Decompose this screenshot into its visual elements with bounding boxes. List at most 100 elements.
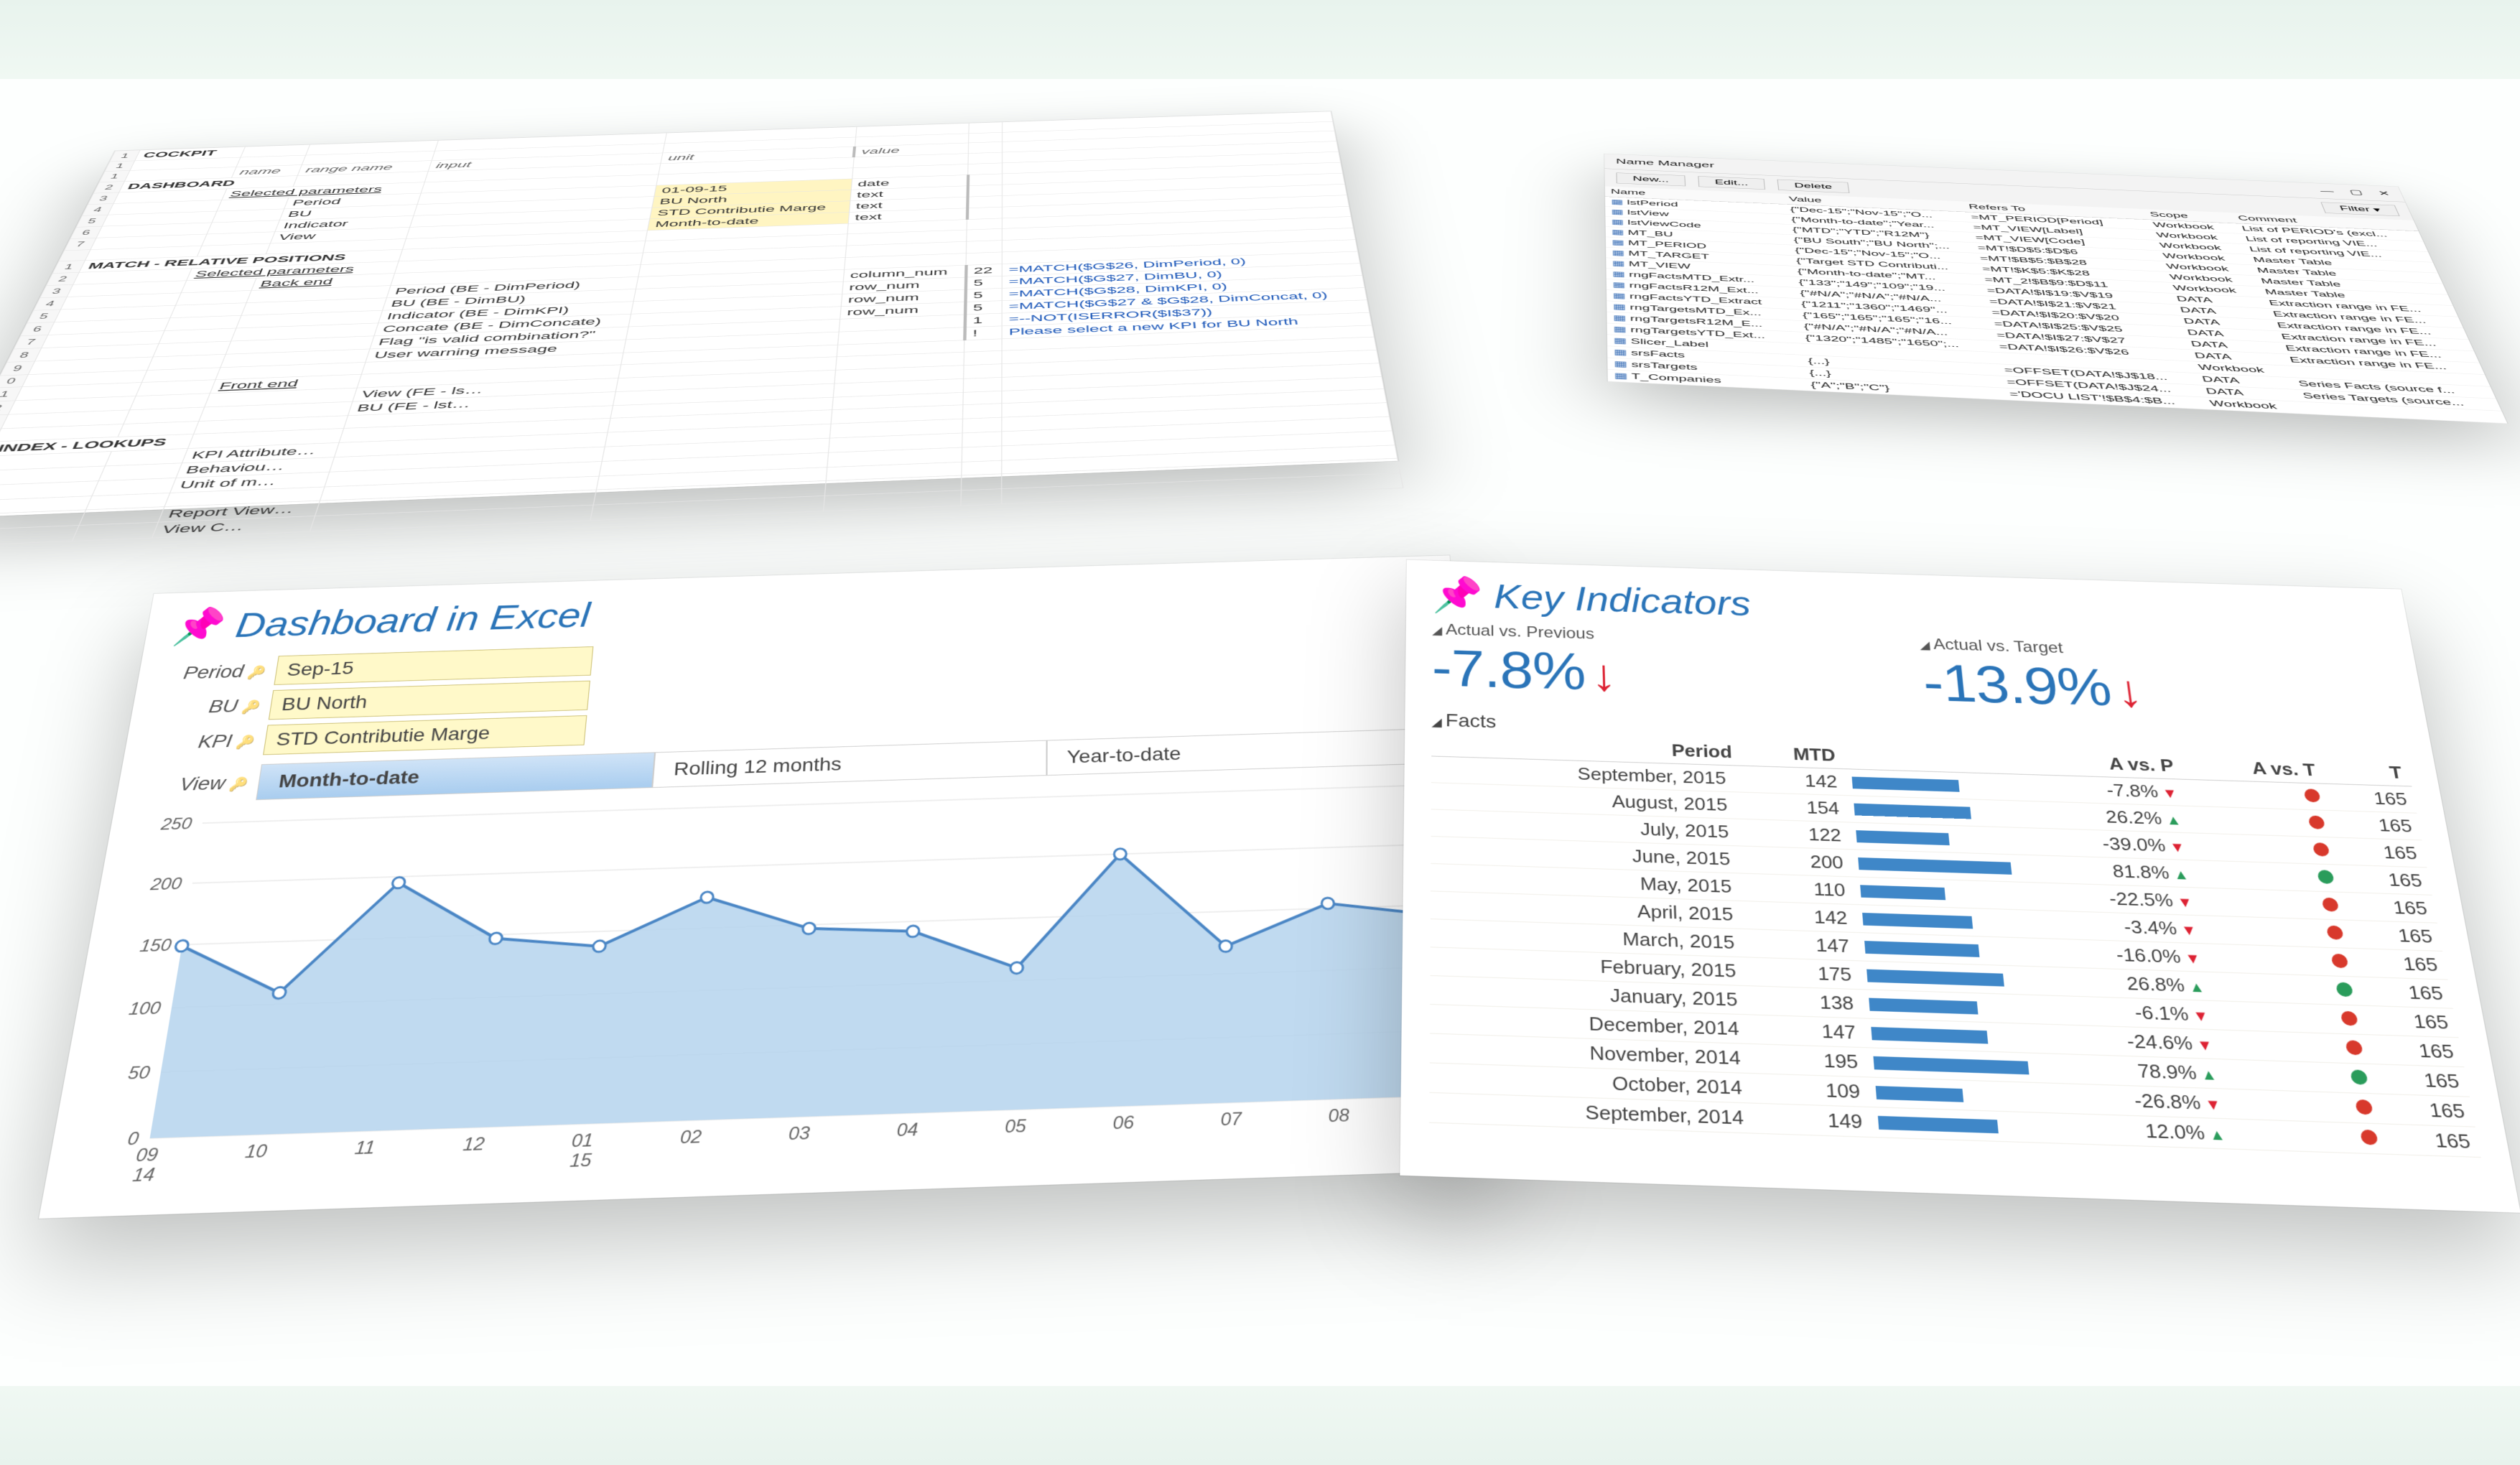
name-manager-grid[interactable]: NameValueRefers ToScopeCommentlstPeriod{…: [1605, 186, 2508, 424]
facts-mtd: 109: [1757, 1074, 1869, 1107]
status-dot-red-icon: [2355, 1099, 2373, 1115]
facts-target: 165: [2330, 810, 2422, 840]
delete-button[interactable]: Delete: [1777, 180, 1850, 193]
facts-mtd: 149: [1759, 1103, 1872, 1137]
facts-avt-dot: [2198, 888, 2348, 920]
facts-mtd: 195: [1755, 1044, 1866, 1077]
svg-text:14: 14: [131, 1164, 157, 1186]
period-label: Period: [164, 660, 278, 684]
facts-target: 165: [2358, 977, 2453, 1008]
cockpit-grid: 1COCKPIT11namerange nameinputunitvalue2D…: [0, 111, 1403, 548]
view-tab-rolling-12-months[interactable]: Rolling 12 months: [652, 740, 1046, 788]
facts-col: T: [2321, 758, 2412, 786]
facts-mtd: 122: [1743, 819, 1850, 849]
facts-target: 165: [2348, 920, 2442, 951]
kpi1-arrow-down-icon: ↓: [1590, 650, 1617, 700]
bu-label: BU: [158, 694, 273, 718]
status-dot-red-icon: [2345, 1040, 2363, 1055]
status-dot-red-icon: [2322, 898, 2340, 912]
svg-text:100: 100: [127, 998, 162, 1018]
status-dot-red-icon: [2340, 1011, 2358, 1026]
status-dot-red-icon: [2360, 1130, 2379, 1145]
facts-target: 165: [2383, 1124, 2481, 1158]
svg-text:04: 04: [896, 1120, 919, 1140]
facts-mtd: 147: [1754, 1015, 1864, 1048]
name-manager-dialog: Name Manager — ▢ ✕ New... Edit... Delete…: [1604, 154, 2507, 423]
facts-mtd: 147: [1749, 929, 1859, 961]
svg-text:07: 07: [1220, 1109, 1243, 1130]
status-dot-red-icon: [2330, 954, 2348, 969]
status-dot-red-icon: [2312, 842, 2330, 857]
facts-mtd: 110: [1746, 873, 1854, 904]
facts-mtd: 175: [1751, 957, 1861, 990]
facts-mtd: 142: [1748, 901, 1856, 933]
facts-col: MTD: [1739, 740, 1843, 769]
stage: 1COCKPIT11namerange nameinputunitvalue2D…: [0, 0, 2520, 1465]
facts-target: 165: [2325, 783, 2417, 813]
kpi-actual-vs-previous: Actual vs. Previous -7.8% ↓: [1432, 621, 1904, 712]
status-dot-red-icon: [2326, 926, 2344, 940]
status-dot-green-icon: [2335, 982, 2353, 997]
svg-text:01: 01: [571, 1130, 594, 1151]
facts-avt-dot: [2227, 1089, 2383, 1124]
facts-avt-dot: [2214, 1001, 2368, 1035]
status-dot-red-icon: [2308, 815, 2325, 829]
facts-avt-dot: [2194, 860, 2343, 893]
svg-text:05: 05: [1005, 1116, 1027, 1137]
kpi2-arrow-down-icon: ↓: [2113, 666, 2145, 717]
maximize-icon[interactable]: ▢: [2348, 188, 2364, 196]
facts-avt-dot: [2202, 916, 2353, 949]
kpi-label: KPI: [152, 730, 267, 754]
facts-mtd: 142: [1740, 766, 1846, 795]
minimize-icon[interactable]: —: [2319, 187, 2335, 195]
view-label: View: [144, 771, 260, 796]
svg-text:09: 09: [134, 1145, 159, 1166]
svg-text:15: 15: [569, 1150, 592, 1171]
facts-avt-dot: [2190, 833, 2339, 865]
svg-text:11: 11: [353, 1138, 376, 1158]
svg-text:06: 06: [1112, 1112, 1135, 1133]
kpi1-value: -7.8%: [1432, 639, 1586, 702]
facts-target: 165: [2368, 1035, 2464, 1067]
bu-select[interactable]: BU North: [269, 681, 590, 720]
facts-target: 165: [2363, 1005, 2459, 1038]
svg-text:12: 12: [462, 1134, 486, 1155]
facts-target: 165: [2378, 1094, 2475, 1127]
facts-target: 165: [2373, 1064, 2470, 1097]
kpi-actual-vs-target: Actual vs. Target -13.9% ↓: [1919, 636, 2401, 727]
svg-text:250: 250: [159, 814, 193, 833]
facts-avt-dot: [2187, 806, 2335, 837]
edit-button[interactable]: Edit...: [1698, 176, 1765, 190]
facts-target: 165: [2339, 865, 2432, 895]
kpi2-value: -13.9%: [1920, 654, 2114, 717]
facts-avt-dot: [2182, 779, 2330, 810]
view-tab-month-to-date[interactable]: Month-to-date: [256, 752, 655, 800]
dashboard-panel: Dashboard in Excel Period Sep-15 BU BU N…: [39, 555, 1499, 1218]
status-dot-red-icon: [2304, 789, 2321, 802]
trend-chart: 0501001502002500914101112011502030405060…: [68, 771, 1473, 1194]
facts-mtd: 138: [1752, 986, 1863, 1018]
facts-col: A vs. T: [2179, 753, 2325, 783]
facts-target: 165: [2334, 837, 2427, 868]
facts-avp: 12.0%: [2045, 1112, 2236, 1149]
svg-text:50: 50: [126, 1063, 152, 1084]
filter-button[interactable]: Filter ▾: [2320, 202, 2399, 216]
facts-table: PeriodMTDA vs. PA vs. TTSeptember, 20151…: [1429, 730, 2481, 1158]
facts-target: 165: [2353, 948, 2448, 980]
svg-text:150: 150: [139, 936, 173, 956]
svg-text:02: 02: [679, 1127, 702, 1148]
facts-target: 165: [2343, 892, 2437, 923]
facts-bar: [1869, 1107, 2049, 1143]
svg-text:200: 200: [149, 874, 184, 893]
close-icon[interactable]: ✕: [2377, 190, 2391, 197]
svg-text:08: 08: [1328, 1105, 1351, 1126]
svg-text:10: 10: [243, 1141, 269, 1162]
facts-avt-dot: [2206, 944, 2358, 977]
facts-avt-dot: [2223, 1059, 2378, 1094]
facts-avt-dot: [2231, 1119, 2388, 1154]
facts-avt-dot: [2210, 972, 2363, 1006]
view-tab-year-to-date[interactable]: Year-to-date: [1047, 728, 1440, 776]
new-button[interactable]: New...: [1616, 172, 1686, 186]
svg-text:03: 03: [788, 1123, 811, 1144]
facts-avt-dot: [2218, 1030, 2373, 1064]
